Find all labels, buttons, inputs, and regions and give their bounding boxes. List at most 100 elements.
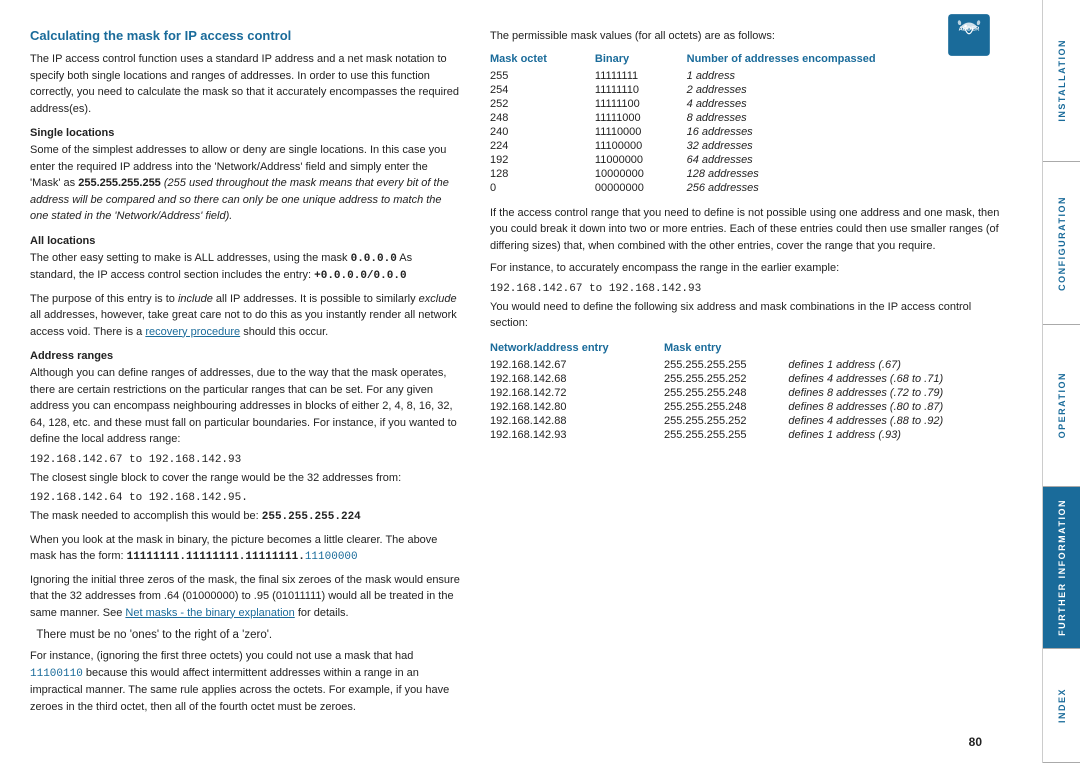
logo-area: ADDER <box>944 10 994 63</box>
addr-table: Network/address entry Mask entry 192.168… <box>490 340 1012 442</box>
network-entry-cell: 192.168.142.72 <box>490 386 664 400</box>
sidebar-tab-label: INSTALLATION <box>1057 39 1067 122</box>
mask-224: 255.255.255.224 <box>262 511 361 523</box>
binary-highlight: 11100000 <box>305 551 358 563</box>
mask-octet-cell: 248 <box>490 111 595 125</box>
mask-table-row: 0 00000000 256 addresses <box>490 181 1012 195</box>
desc-cell: 128 addresses <box>687 167 1012 181</box>
desc-cell: 32 addresses <box>687 139 1012 153</box>
page-title: Calculating the mask for IP access contr… <box>30 28 460 43</box>
ignoring-zeros-text: Ignoring the initial three zeros of the … <box>30 572 460 622</box>
mask-accomplish: The mask needed to accomplish this would… <box>30 508 460 526</box>
single-locations-heading: Single locations <box>30 127 460 139</box>
sidebar-tab-operation[interactable]: OPERATION <box>1043 325 1080 487</box>
addr-desc-cell: defines 1 address (.93) <box>788 428 1012 442</box>
mask-entry-cell: 255.255.255.252 <box>664 414 788 428</box>
left-column: Calculating the mask for IP access contr… <box>30 28 460 743</box>
addr-table-row: 192.168.142.88 255.255.255.252 defines 4… <box>490 414 1012 428</box>
page-number: 80 <box>969 735 982 749</box>
desc-cell: 2 addresses <box>687 83 1012 97</box>
for-instance-text: For instance, to accurately encompass th… <box>490 260 1012 277</box>
binary-form: 11111111.11111111.11111111. <box>127 551 305 563</box>
desc-cell: 256 addresses <box>687 181 1012 195</box>
mask-octet-cell: 240 <box>490 125 595 139</box>
col-mask-entry: Mask entry <box>664 340 788 358</box>
network-entry-cell: 192.168.142.68 <box>490 372 664 386</box>
all-locations-body2: The purpose of this entry is to include … <box>30 291 460 341</box>
example-range: 192.168.142.67 to 192.168.142.93 <box>490 283 1012 295</box>
right-column: The permissible mask values (for all oct… <box>490 28 1012 743</box>
mask-table: Mask octet Binary Number of addresses en… <box>490 51 1012 195</box>
multi-entry-text: If the access control range that you nee… <box>490 205 1012 255</box>
addr-desc-cell: defines 8 addresses (.80 to .87) <box>788 400 1012 414</box>
range-example-2: 192.168.142.64 to 192.168.142.95. <box>30 492 460 504</box>
sidebar-tab-installation[interactable]: INSTALLATION <box>1043 0 1080 162</box>
addr-table-row: 192.168.142.67 255.255.255.255 defines 1… <box>490 358 1012 372</box>
range-example-1: 192.168.142.67 to 192.168.142.93 <box>30 454 460 466</box>
mask-table-row: 240 11110000 16 addresses <box>490 125 1012 139</box>
sidebar-tab-label: OPERATION <box>1057 372 1067 438</box>
single-locations-body: Some of the simplest addresses to allow … <box>30 142 460 225</box>
section-single-locations: Single locations Some of the simplest ad… <box>30 127 460 225</box>
mask-table-row: 254 11111110 2 addresses <box>490 83 1012 97</box>
sidebar-tab-label: FURTHER INFORMATION <box>1057 499 1067 636</box>
intro-text: The IP access control function uses a st… <box>30 51 460 117</box>
binary-cell: 11111110 <box>595 83 687 97</box>
desc-cell: 8 addresses <box>687 111 1012 125</box>
sidebar-tab-label: INDEX <box>1057 688 1067 723</box>
sidebar-tab-further-information[interactable]: FURTHER INFORMATION <box>1043 487 1080 649</box>
desc-cell: 16 addresses <box>687 125 1012 139</box>
col-desc <box>788 340 1012 358</box>
desc-cell: 1 address <box>687 69 1012 83</box>
recovery-link[interactable]: recovery procedure <box>145 326 240 338</box>
addr-desc-cell: defines 8 addresses (.72 to .79) <box>788 386 1012 400</box>
mask-octet-cell: 254 <box>490 83 595 97</box>
mask-value: 255.255.255.255 <box>78 177 161 189</box>
bad-mask-value: 11100110 <box>30 668 83 680</box>
network-entry-cell: 192.168.142.93 <box>490 428 664 442</box>
network-entry-cell: 192.168.142.80 <box>490 400 664 414</box>
netmasks-link[interactable]: Net masks - the binary explanation <box>125 607 294 619</box>
mask-octet-cell: 255 <box>490 69 595 83</box>
mask-table-row: 128 10000000 128 addresses <box>490 167 1012 181</box>
closest-block-text: The closest single block to cover the ra… <box>30 470 460 487</box>
addr-table-row: 192.168.142.80 255.255.255.248 defines 8… <box>490 400 1012 414</box>
addr-table-row: 192.168.142.72 255.255.255.248 defines 8… <box>490 386 1012 400</box>
example-bad-mask: For instance, (ignoring the first three … <box>30 648 460 715</box>
adder-logo: ADDER <box>944 10 994 60</box>
binary-cell: 11111111 <box>595 69 687 83</box>
col-binary: Binary <box>595 51 687 69</box>
sidebar-tab-label: CONFIGURATION <box>1057 196 1067 291</box>
binary-cell: 11100000 <box>595 139 687 153</box>
mask-entry-cell: 255.255.255.252 <box>664 372 788 386</box>
all-mask: 0.0.0.0 <box>351 253 397 265</box>
include-text: include <box>178 293 213 305</box>
binary-cell: 11111000 <box>595 111 687 125</box>
mask-entry-cell: 255.255.255.255 <box>664 358 788 372</box>
mask-table-row: 255 11111111 1 address <box>490 69 1012 83</box>
addr-desc-cell: defines 4 addresses (.88 to .92) <box>788 414 1012 428</box>
sidebar-tab-configuration[interactable]: CONFIGURATION <box>1043 162 1080 324</box>
all-locations-body1: The other easy setting to make is ALL ad… <box>30 250 460 285</box>
network-entry-cell: 192.168.142.67 <box>490 358 664 372</box>
mask-octet-cell: 128 <box>490 167 595 181</box>
col-mask-octet: Mask octet <box>490 51 595 69</box>
binary-cell: 11110000 <box>595 125 687 139</box>
mask-table-row: 248 11111000 8 addresses <box>490 111 1012 125</box>
mask-octet-cell: 192 <box>490 153 595 167</box>
address-ranges-body1: Although you can define ranges of addres… <box>30 365 460 448</box>
section-all-locations: All locations The other easy setting to … <box>30 235 460 341</box>
addr-table-row: 192.168.142.68 255.255.255.252 defines 4… <box>490 372 1012 386</box>
section-address-ranges: Address ranges Although you can define r… <box>30 350 460 715</box>
mask-octet-cell: 224 <box>490 139 595 153</box>
mask-octet-cell: 252 <box>490 97 595 111</box>
network-entry-cell: 192.168.142.88 <box>490 414 664 428</box>
sidebar-tab-index[interactable]: INDEX <box>1043 649 1080 763</box>
mask-entry-cell: 255.255.255.255 <box>664 428 788 442</box>
addr-desc-cell: defines 1 address (.67) <box>788 358 1012 372</box>
six-combinations-text: You would need to define the following s… <box>490 299 1012 332</box>
all-entry: +0.0.0.0/0.0.0 <box>314 270 406 282</box>
addr-desc-cell: defines 4 addresses (.68 to .71) <box>788 372 1012 386</box>
mask-octet-cell: 0 <box>490 181 595 195</box>
mask-table-row: 224 11100000 32 addresses <box>490 139 1012 153</box>
